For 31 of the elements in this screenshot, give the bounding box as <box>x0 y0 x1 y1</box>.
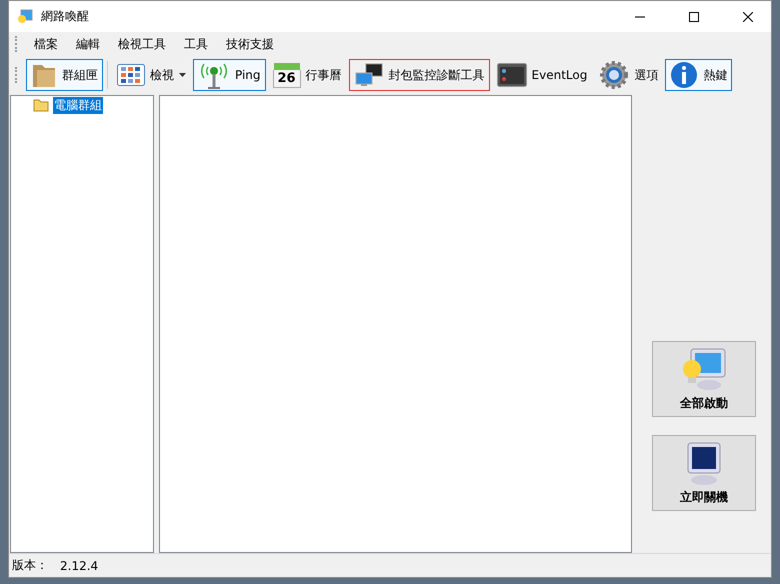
maximize-icon <box>689 12 699 22</box>
close-icon <box>743 12 753 22</box>
action-button[interactable]: 立即關機 <box>652 435 756 511</box>
gear-icon <box>599 60 630 90</box>
version-label: 版本： <box>12 557 48 574</box>
toolbar-button[interactable]: Ping <box>193 59 266 91</box>
toolbar-button[interactable]: 檢視 <box>112 59 191 91</box>
toolbar-button[interactable]: EventLog <box>492 59 592 91</box>
monitor-bulb-icon <box>681 346 727 392</box>
toolbar-button[interactable]: 選項 <box>594 59 664 91</box>
info-icon <box>670 61 698 89</box>
calendar-day: 26 <box>272 70 301 88</box>
toolbar-button[interactable]: 封包監控診斷工具 <box>348 59 490 91</box>
menu-item[interactable]: 檔案 <box>26 34 66 54</box>
app-icon <box>17 8 33 24</box>
version-number: 2.12.4 <box>60 558 98 572</box>
tree-item[interactable]: 電腦群組 <box>53 97 103 114</box>
window-title: 網路喚醒 <box>41 8 90 25</box>
monitors-icon <box>354 62 384 88</box>
toolbar-button[interactable]: 熱鍵 <box>665 59 732 91</box>
folder-icon <box>33 99 49 112</box>
menu-item[interactable]: 編輯 <box>68 34 108 54</box>
menu-item[interactable]: 技術支援 <box>218 34 282 54</box>
menu-item[interactable]: 檢視工具 <box>110 34 174 54</box>
toolbar-button[interactable]: 26 行事曆 <box>268 59 347 91</box>
grid-icon <box>117 64 145 86</box>
action-button[interactable]: 全部啟動 <box>652 341 756 417</box>
caret-icon <box>179 73 186 77</box>
menu-item[interactable]: 工具 <box>176 34 216 54</box>
toolbar-button[interactable]: 群組匣 <box>26 59 103 91</box>
log-icon <box>496 63 527 87</box>
